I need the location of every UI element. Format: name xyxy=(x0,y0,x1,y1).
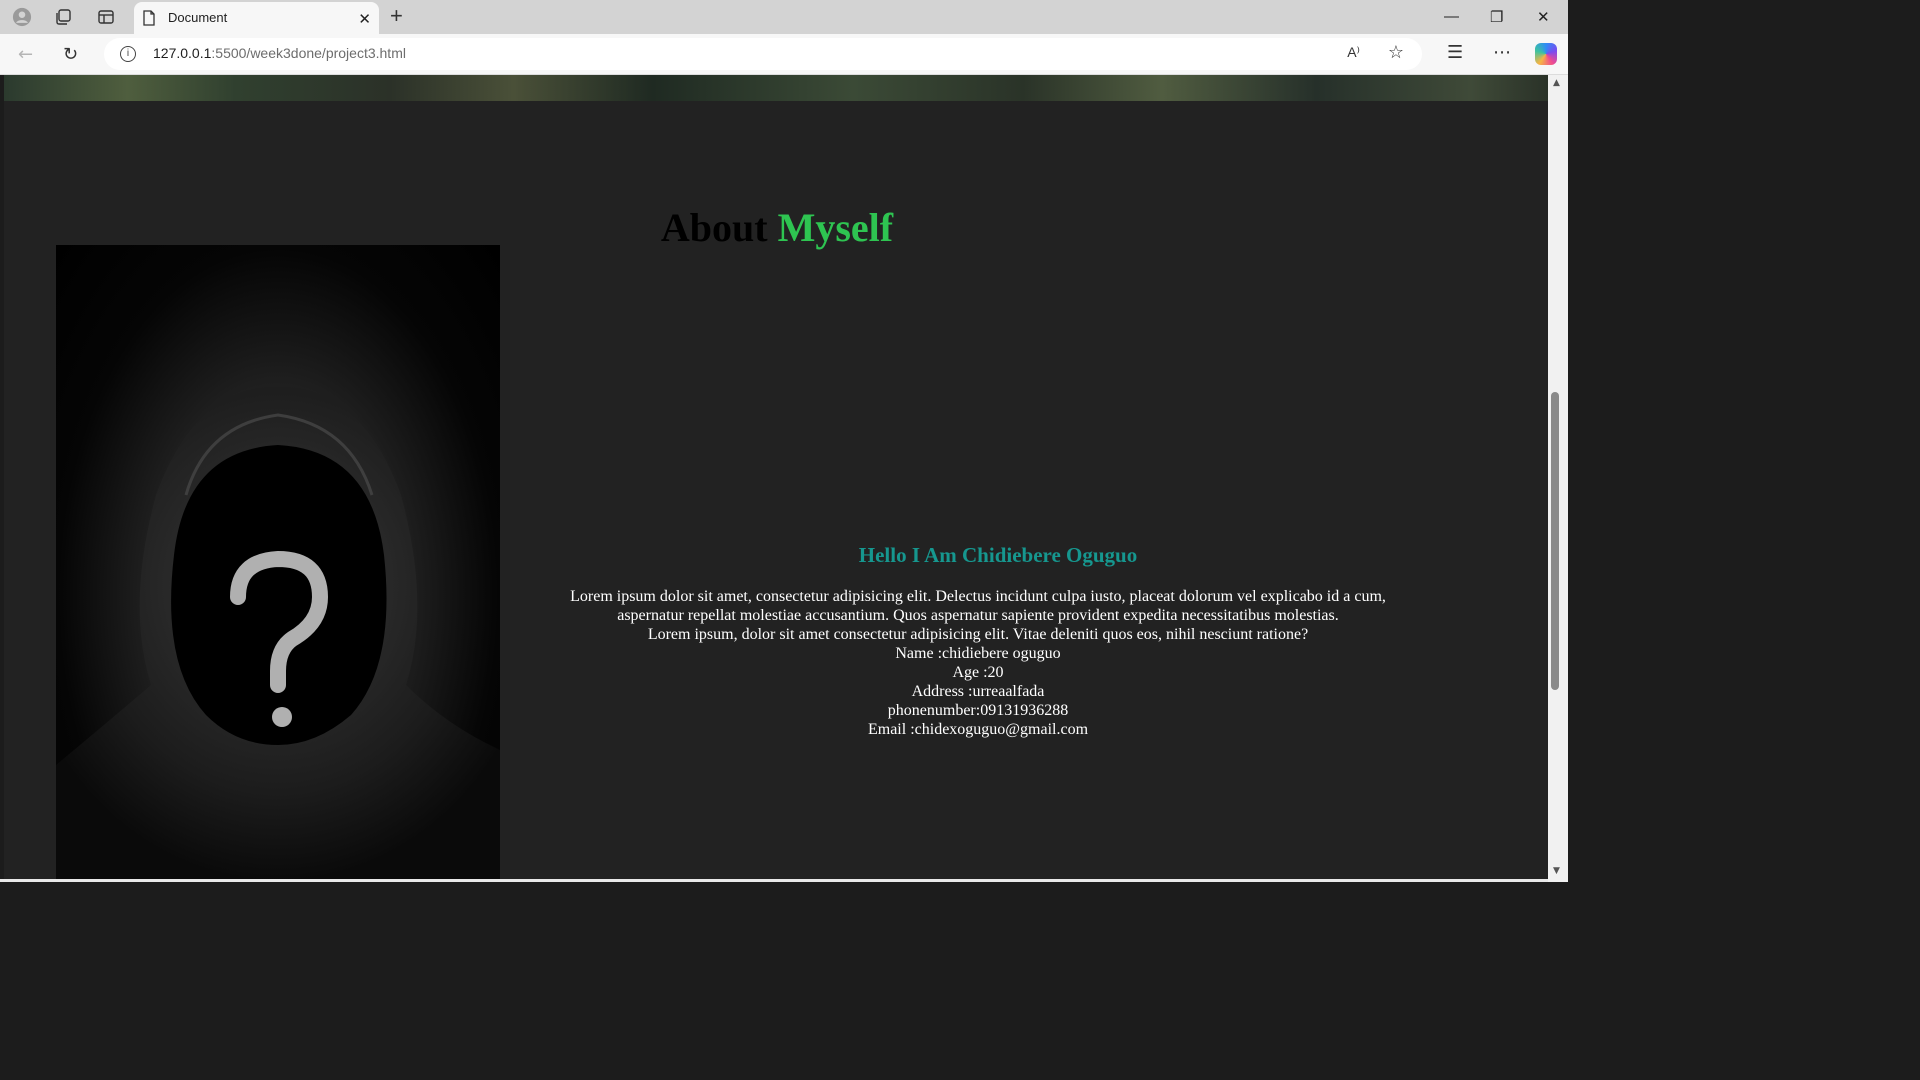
url-host: 127.0.0.1 xyxy=(153,45,212,61)
hello-heading: Hello I Am Chidiebere Oguguo xyxy=(858,543,1138,567)
page-scrollbar[interactable]: ▲ ▼ xyxy=(1548,75,1568,882)
scrollbar-thumb[interactable] xyxy=(1551,392,1559,690)
new-tab-button[interactable]: + xyxy=(390,5,403,27)
workspaces-icon[interactable] xyxy=(53,7,73,27)
scroll-up-icon[interactable]: ▲ xyxy=(1553,78,1560,88)
back-icon[interactable]: ← xyxy=(18,44,33,65)
address-line: Address :urreaalfada xyxy=(911,683,1045,700)
phone-line: phonenumber:09131936288 xyxy=(887,702,1069,719)
tab-document[interactable]: Document ✕ xyxy=(134,2,379,34)
bottom-divider xyxy=(0,879,1548,882)
info-icon[interactable]: i xyxy=(120,46,136,62)
email-line: Email :chidexoguguo@gmail.com xyxy=(867,721,1089,738)
url-text[interactable]: 127.0.0.1:5500/week3done/project3.html xyxy=(153,45,406,61)
about-section: About Myself Hello I Am Chidiebere Ogugu… xyxy=(4,101,1548,882)
bio-line: Lorem ipsum, dolor sit amet consectetur … xyxy=(647,626,1309,643)
about-title-accent: Myself xyxy=(777,205,894,250)
close-window-button[interactable]: ✕ xyxy=(1537,8,1550,26)
about-title-word: About xyxy=(660,205,768,250)
profile-icon[interactable] xyxy=(12,7,32,27)
bio-line: aspernatur repellat molestiae accusantiu… xyxy=(617,607,1339,624)
more-icon[interactable]: ⋯ xyxy=(1493,42,1511,63)
bio-text: Lorem ipsum dolor sit amet, consectetur … xyxy=(524,587,1432,739)
tab-title: Document xyxy=(168,10,228,25)
tab-bar: Document ✕ + — ❐ ✕ xyxy=(0,0,1568,34)
profile-photo xyxy=(56,245,500,882)
url-field[interactable]: i 127.0.0.1:5500/week3done/project3.html… xyxy=(104,38,1422,70)
read-aloud-icon[interactable]: A⁾ xyxy=(1347,44,1360,61)
url-path: :5500/week3done/project3.html xyxy=(211,45,406,61)
address-bar: ← ↻ i 127.0.0.1:5500/week3done/project3.… xyxy=(0,34,1568,75)
restore-button[interactable]: ❐ xyxy=(1490,8,1503,26)
hero-image-strip xyxy=(4,75,1548,101)
document-icon xyxy=(142,10,156,31)
bio-line: Lorem ipsum dolor sit amet, consectetur … xyxy=(570,588,1386,605)
tab-actions-icon[interactable] xyxy=(96,7,116,27)
page-viewport: About Myself Hello I Am Chidiebere Ogugu… xyxy=(0,75,1548,882)
close-tab-icon[interactable]: ✕ xyxy=(358,10,371,28)
scroll-down-icon[interactable]: ▼ xyxy=(1553,866,1560,876)
favorite-star-icon[interactable]: ☆ xyxy=(1388,42,1404,63)
copilot-icon[interactable] xyxy=(1535,43,1557,65)
about-title: About Myself xyxy=(4,204,1548,251)
minimize-button[interactable]: — xyxy=(1444,8,1459,25)
favorites-icon[interactable]: ☰ xyxy=(1447,42,1463,63)
reload-icon[interactable]: ↻ xyxy=(63,44,78,65)
age-line: Age :20 xyxy=(952,664,1004,681)
name-line: Name :chidiebere oguguo xyxy=(895,645,1061,662)
